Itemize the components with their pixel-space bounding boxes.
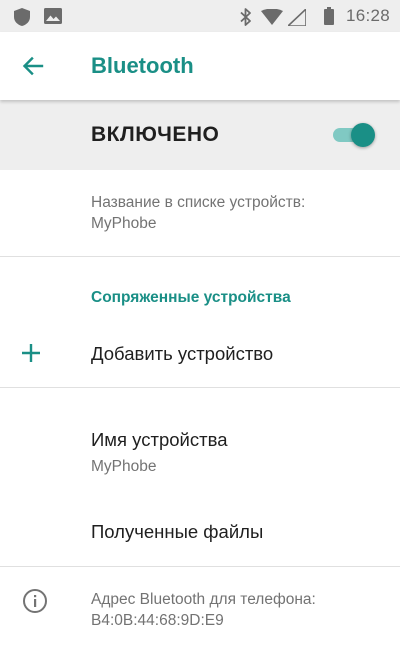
image-icon — [44, 8, 62, 29]
add-device-label: Добавить устройство — [91, 343, 274, 364]
divider — [0, 387, 400, 388]
back-button[interactable] — [18, 51, 48, 81]
bluetooth-address-value: B4:0B:44:68:9D:E9 — [91, 612, 224, 629]
status-time: 16:28 — [345, 6, 390, 25]
info-icon — [22, 588, 48, 614]
signal-icon — [287, 8, 307, 31]
bluetooth-toggle-switch[interactable] — [333, 121, 377, 149]
page-title: Bluetooth — [91, 53, 194, 78]
paired-devices-header: Сопряженные устройства — [91, 289, 291, 306]
arrow-back-icon — [22, 56, 44, 76]
battery-icon — [324, 7, 334, 30]
device-name-info-label: Название в списке устройств: — [91, 194, 306, 211]
bluetooth-address-info: Адрес Bluetooth для телефона: B4:0B:44:6… — [0, 580, 400, 640]
received-files-row[interactable]: Полученные файлы — [0, 500, 400, 564]
master-switch-label: ВКЛЮЧЕНО — [91, 123, 220, 146]
received-files-title: Полученные файлы — [91, 521, 264, 542]
device-name-setting-title: Имя устройства — [91, 429, 228, 450]
device-name-setting-row[interactable]: Имя устройства MyPhobe — [0, 412, 400, 484]
divider — [0, 256, 400, 257]
device-visible-name-info: Название в списке устройств: MyPhobe — [0, 192, 400, 254]
bluetooth-address-label: Адрес Bluetooth для телефона: — [91, 591, 316, 608]
add-device-row[interactable]: Добавить устройство — [0, 322, 400, 386]
device-name-info-value: MyPhobe — [91, 215, 157, 232]
status-bar: 16:28 — [0, 0, 400, 32]
plus-icon — [20, 342, 42, 364]
shield-icon — [14, 8, 30, 31]
divider — [0, 566, 400, 567]
app-bar: Bluetooth — [0, 32, 400, 100]
bluetooth-master-toggle-row[interactable]: ВКЛЮЧЕНО — [0, 100, 400, 170]
wifi-icon — [261, 8, 283, 30]
bluetooth-icon — [240, 8, 252, 31]
device-name-setting-value: MyPhobe — [91, 458, 157, 475]
bluetooth-settings-screen: 16:28 Bluetooth ВКЛЮЧЕНО Название в спис… — [0, 0, 400, 667]
switch-thumb — [351, 123, 375, 147]
